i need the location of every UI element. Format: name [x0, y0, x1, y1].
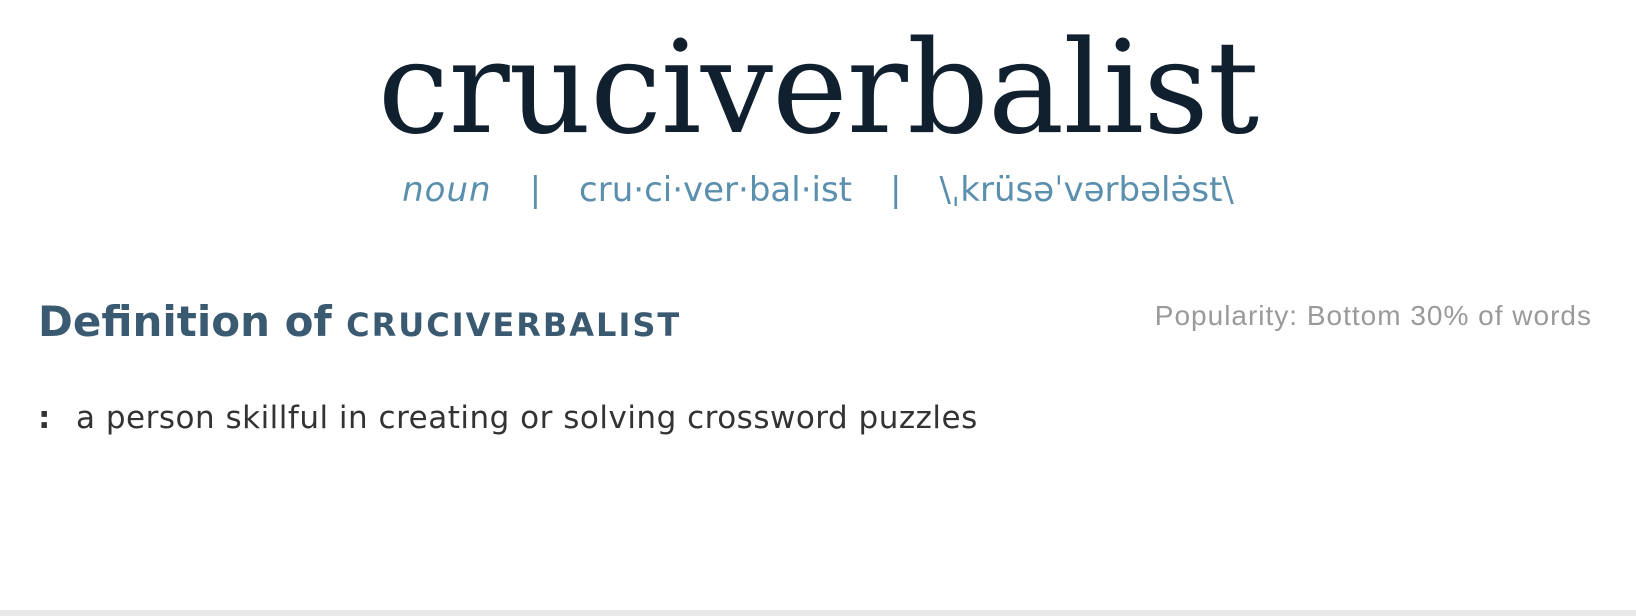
- definition-heading: Definition of CRUCIVERBALIST: [38, 296, 681, 354]
- syllable-breakdown: cru·ci·ver·bal·ist: [579, 170, 853, 210]
- definition-heading-lead: Definition of: [38, 297, 332, 346]
- dictionary-entry-page: cruciverbalist noun | cru·ci·ver·bal·ist | \…: [0, 0, 1636, 616]
- part-of-speech-label: noun: [402, 170, 492, 210]
- popularity-indicator: Popularity: Bottom 30% of words: [1154, 300, 1592, 331]
- sense-text: a person skillful in creating or solving…: [76, 400, 978, 436]
- definition-heading-word: CRUCIVERBALIST: [346, 306, 682, 344]
- pronunciation-separator: |: [529, 170, 542, 210]
- definition-sense: : a person skillful in creating or solvin…: [38, 396, 978, 440]
- pronunciation-row: noun | cru·ci·ver·bal·ist | \ˌkrüsəˈvərbələ̇…: [0, 168, 1636, 212]
- page-bottom-divider: [0, 610, 1636, 616]
- phonetic-pronunciation: \ˌkrüsəˈvərbələ̇st\: [939, 170, 1234, 210]
- sense-marker: :: [38, 400, 51, 436]
- headword-title: cruciverbalist: [377, 14, 1259, 163]
- pronunciation-separator: |: [890, 170, 902, 210]
